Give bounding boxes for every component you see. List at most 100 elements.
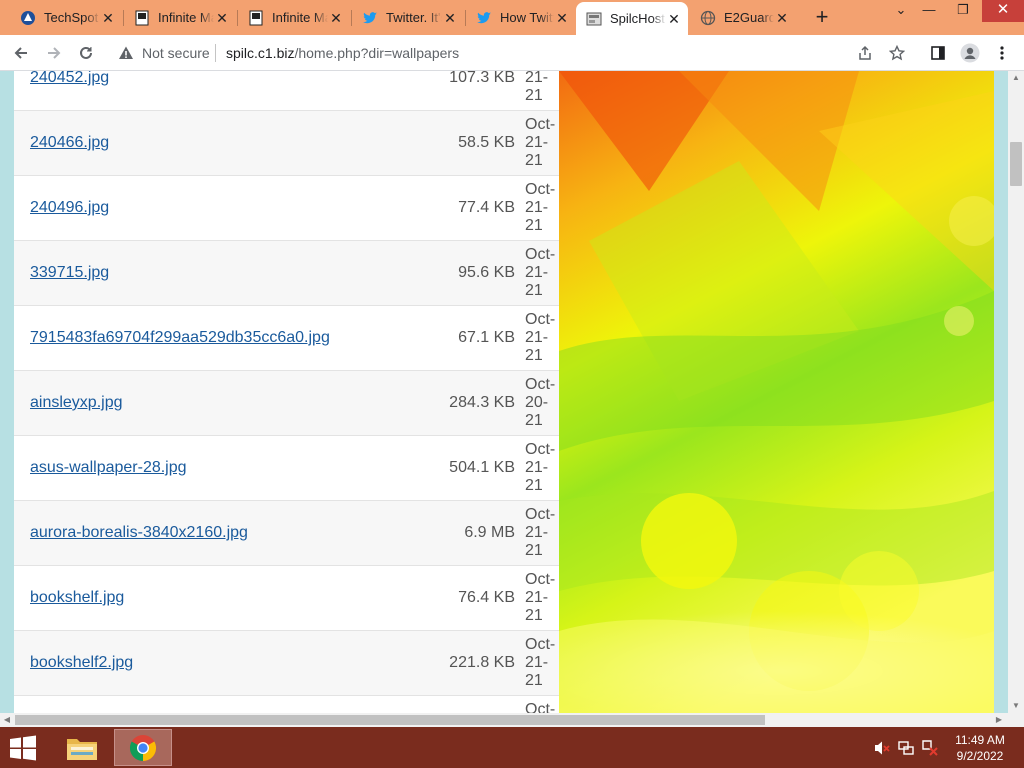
file-row: 240496.jpg 77.4 KB Oct- 21- 21: [14, 176, 559, 241]
file-size: 284.3 KB: [449, 394, 515, 411]
close-tab-icon[interactable]: ✕: [442, 10, 458, 26]
file-date: Oct-21-21: [525, 246, 559, 300]
close-tab-icon[interactable]: ✕: [774, 10, 790, 26]
file-link[interactable]: 240466.jpg: [30, 134, 109, 152]
file-row: 240466.jpg 58.5 KB Oct- 21- 21: [14, 111, 559, 176]
taskbar: 11:49 AM 9/2/2022: [0, 727, 1024, 768]
bookmark-star-icon[interactable]: [889, 45, 905, 61]
twitter-icon: [362, 10, 378, 26]
file-date: Oct-21-21: [525, 116, 559, 170]
scroll-up-arrow-icon[interactable]: ▲: [1008, 71, 1024, 85]
mac-icon: [134, 10, 150, 26]
clock-time: 11:49 AM: [955, 733, 1005, 747]
file-date-day: 21-: [525, 589, 549, 606]
file-link[interactable]: aurora-borealis-3840x2160.jpg: [30, 524, 248, 542]
file-row: Oct-: [14, 696, 559, 713]
file-link[interactable]: bookshelf.jpg: [30, 589, 124, 607]
back-button[interactable]: [7, 39, 35, 67]
horizontal-scrollbar[interactable]: ◀ ▶: [0, 713, 1008, 727]
file-row: ainsleyxp.jpg 284.3 KB Oct- 20- 21: [14, 371, 559, 436]
close-tab-icon[interactable]: ✕: [666, 11, 682, 27]
file-row: 339715.jpg 95.6 KB Oct- 21- 21: [14, 241, 559, 306]
file-date-month: Oct-: [525, 701, 556, 713]
url-path: /home.php?dir=wallpapers: [294, 45, 460, 61]
close-tab-icon[interactable]: ✕: [328, 10, 344, 26]
reload-button[interactable]: [72, 39, 100, 67]
file-size: 95.6 KB: [458, 264, 515, 281]
system-clock[interactable]: 11:49 AM 9/2/2022: [948, 732, 1012, 764]
new-tab-button[interactable]: +: [810, 6, 834, 30]
profile-button[interactable]: [956, 39, 984, 67]
file-link[interactable]: bookshelf2.jpg: [30, 654, 133, 672]
file-link[interactable]: ainsleyxp.jpg: [30, 394, 123, 412]
start-button[interactable]: [8, 735, 38, 761]
file-date-day: 21-: [525, 524, 549, 541]
file-date: Oct-21-21: [525, 571, 559, 625]
file-explorer-button[interactable]: [58, 729, 106, 766]
file-date-day: 21-: [525, 264, 549, 281]
action-center-alert-icon[interactable]: [921, 739, 939, 757]
warning-icon[interactable]: [118, 45, 134, 61]
file-date-month: Oct-: [525, 376, 556, 393]
file-date-day: 21-: [525, 71, 549, 86]
tab-title: E2Guardian: [724, 10, 774, 25]
url-host: spilc.c1.biz: [226, 45, 295, 61]
scroll-right-arrow-icon[interactable]: ▶: [992, 713, 1006, 727]
horizontal-scroll-thumb[interactable]: [15, 715, 765, 725]
file-date-day: 21-: [525, 654, 549, 671]
file-link[interactable]: 7915483fa69704f299aa529db35cc6a0.jpg: [30, 329, 330, 347]
spilchost-icon: [586, 11, 602, 27]
tab-twitter[interactable]: Twitter. It's what's happening ✕: [352, 4, 464, 31]
tab-spilchost[interactable]: SpilcHost ✕: [576, 2, 688, 35]
forward-button[interactable]: [40, 39, 68, 67]
file-date-day: 21-: [525, 199, 549, 216]
vertical-scrollbar[interactable]: ▲ ▼: [1008, 71, 1024, 713]
volume-muted-icon[interactable]: [873, 739, 891, 757]
file-date: Oct-21-21: [525, 636, 559, 690]
file-date-day: 21-: [525, 329, 549, 346]
file-size: 77.4 KB: [458, 199, 515, 216]
file-date-month: Oct-: [525, 506, 556, 523]
file-date-month: Oct-: [525, 246, 556, 263]
page-content: 240452.jpg107.3 KBOct-21-21240466.jpg58.…: [0, 71, 1008, 713]
minimize-button[interactable]: —: [912, 0, 946, 22]
tab-strip: TechSpot ✕ Infinite Mac ✕ Infinite Mac ✕…: [0, 0, 1024, 35]
file-link[interactable]: asus-wallpaper-28.jpg: [30, 459, 187, 477]
file-link[interactable]: 240452.jpg: [30, 71, 109, 87]
close-tab-icon[interactable]: ✕: [554, 10, 570, 26]
restore-button[interactable]: ❐: [946, 0, 980, 22]
close-window-button[interactable]: ✕: [982, 0, 1024, 22]
file-row: 7915483fa69704f299aa529db35cc6a0.jpg 67.1…: [14, 306, 559, 371]
menu-button[interactable]: [988, 39, 1016, 67]
tab-infinite-mac-2[interactable]: Infinite Mac ✕: [238, 4, 350, 31]
security-status[interactable]: Not secure: [142, 45, 210, 61]
file-size: 67.1 KB: [458, 329, 515, 346]
tab-e2guardian[interactable]: E2Guardian ✕: [690, 4, 796, 31]
file-row: asus-wallpaper-28.jpg 504.1 KB Oct- 21- 21: [14, 436, 559, 501]
file-size: 76.4 KB: [458, 589, 515, 606]
scroll-left-arrow-icon[interactable]: ◀: [0, 713, 14, 727]
tab-title: Infinite Mac: [272, 10, 328, 25]
tab-how-twitter[interactable]: How Twitter ✕: [466, 4, 576, 31]
close-tab-icon[interactable]: ✕: [214, 10, 230, 26]
tab-title: TechSpot: [44, 10, 99, 25]
tab-infinite-mac-1[interactable]: Infinite Mac ✕: [124, 4, 236, 31]
url-text[interactable]: spilc.c1.biz/home.php?dir=wallpapers: [226, 45, 459, 61]
network-icon[interactable]: [897, 739, 915, 757]
file-date: Oct-: [525, 701, 559, 713]
file-date-month: Oct-: [525, 441, 556, 458]
tab-techspot[interactable]: TechSpot ✕: [10, 4, 122, 31]
file-link[interactable]: 339715.jpg: [30, 264, 109, 282]
file-date-year: 21: [525, 477, 543, 494]
scroll-down-arrow-icon[interactable]: ▼: [1008, 699, 1024, 713]
more-vert-icon: [1000, 46, 1004, 60]
address-bar[interactable]: Not secure spilc.c1.biz/home.php?dir=wal…: [112, 38, 920, 68]
side-panel-button[interactable]: [924, 39, 952, 67]
chrome-taskbar-button[interactable]: [114, 729, 172, 766]
vertical-scroll-thumb[interactable]: [1010, 142, 1022, 186]
close-tab-icon[interactable]: ✕: [100, 10, 116, 26]
file-date-year: 21: [525, 347, 543, 364]
share-icon[interactable]: [857, 45, 873, 61]
file-link[interactable]: 240496.jpg: [30, 199, 109, 217]
profile-avatar-icon: [960, 43, 980, 63]
